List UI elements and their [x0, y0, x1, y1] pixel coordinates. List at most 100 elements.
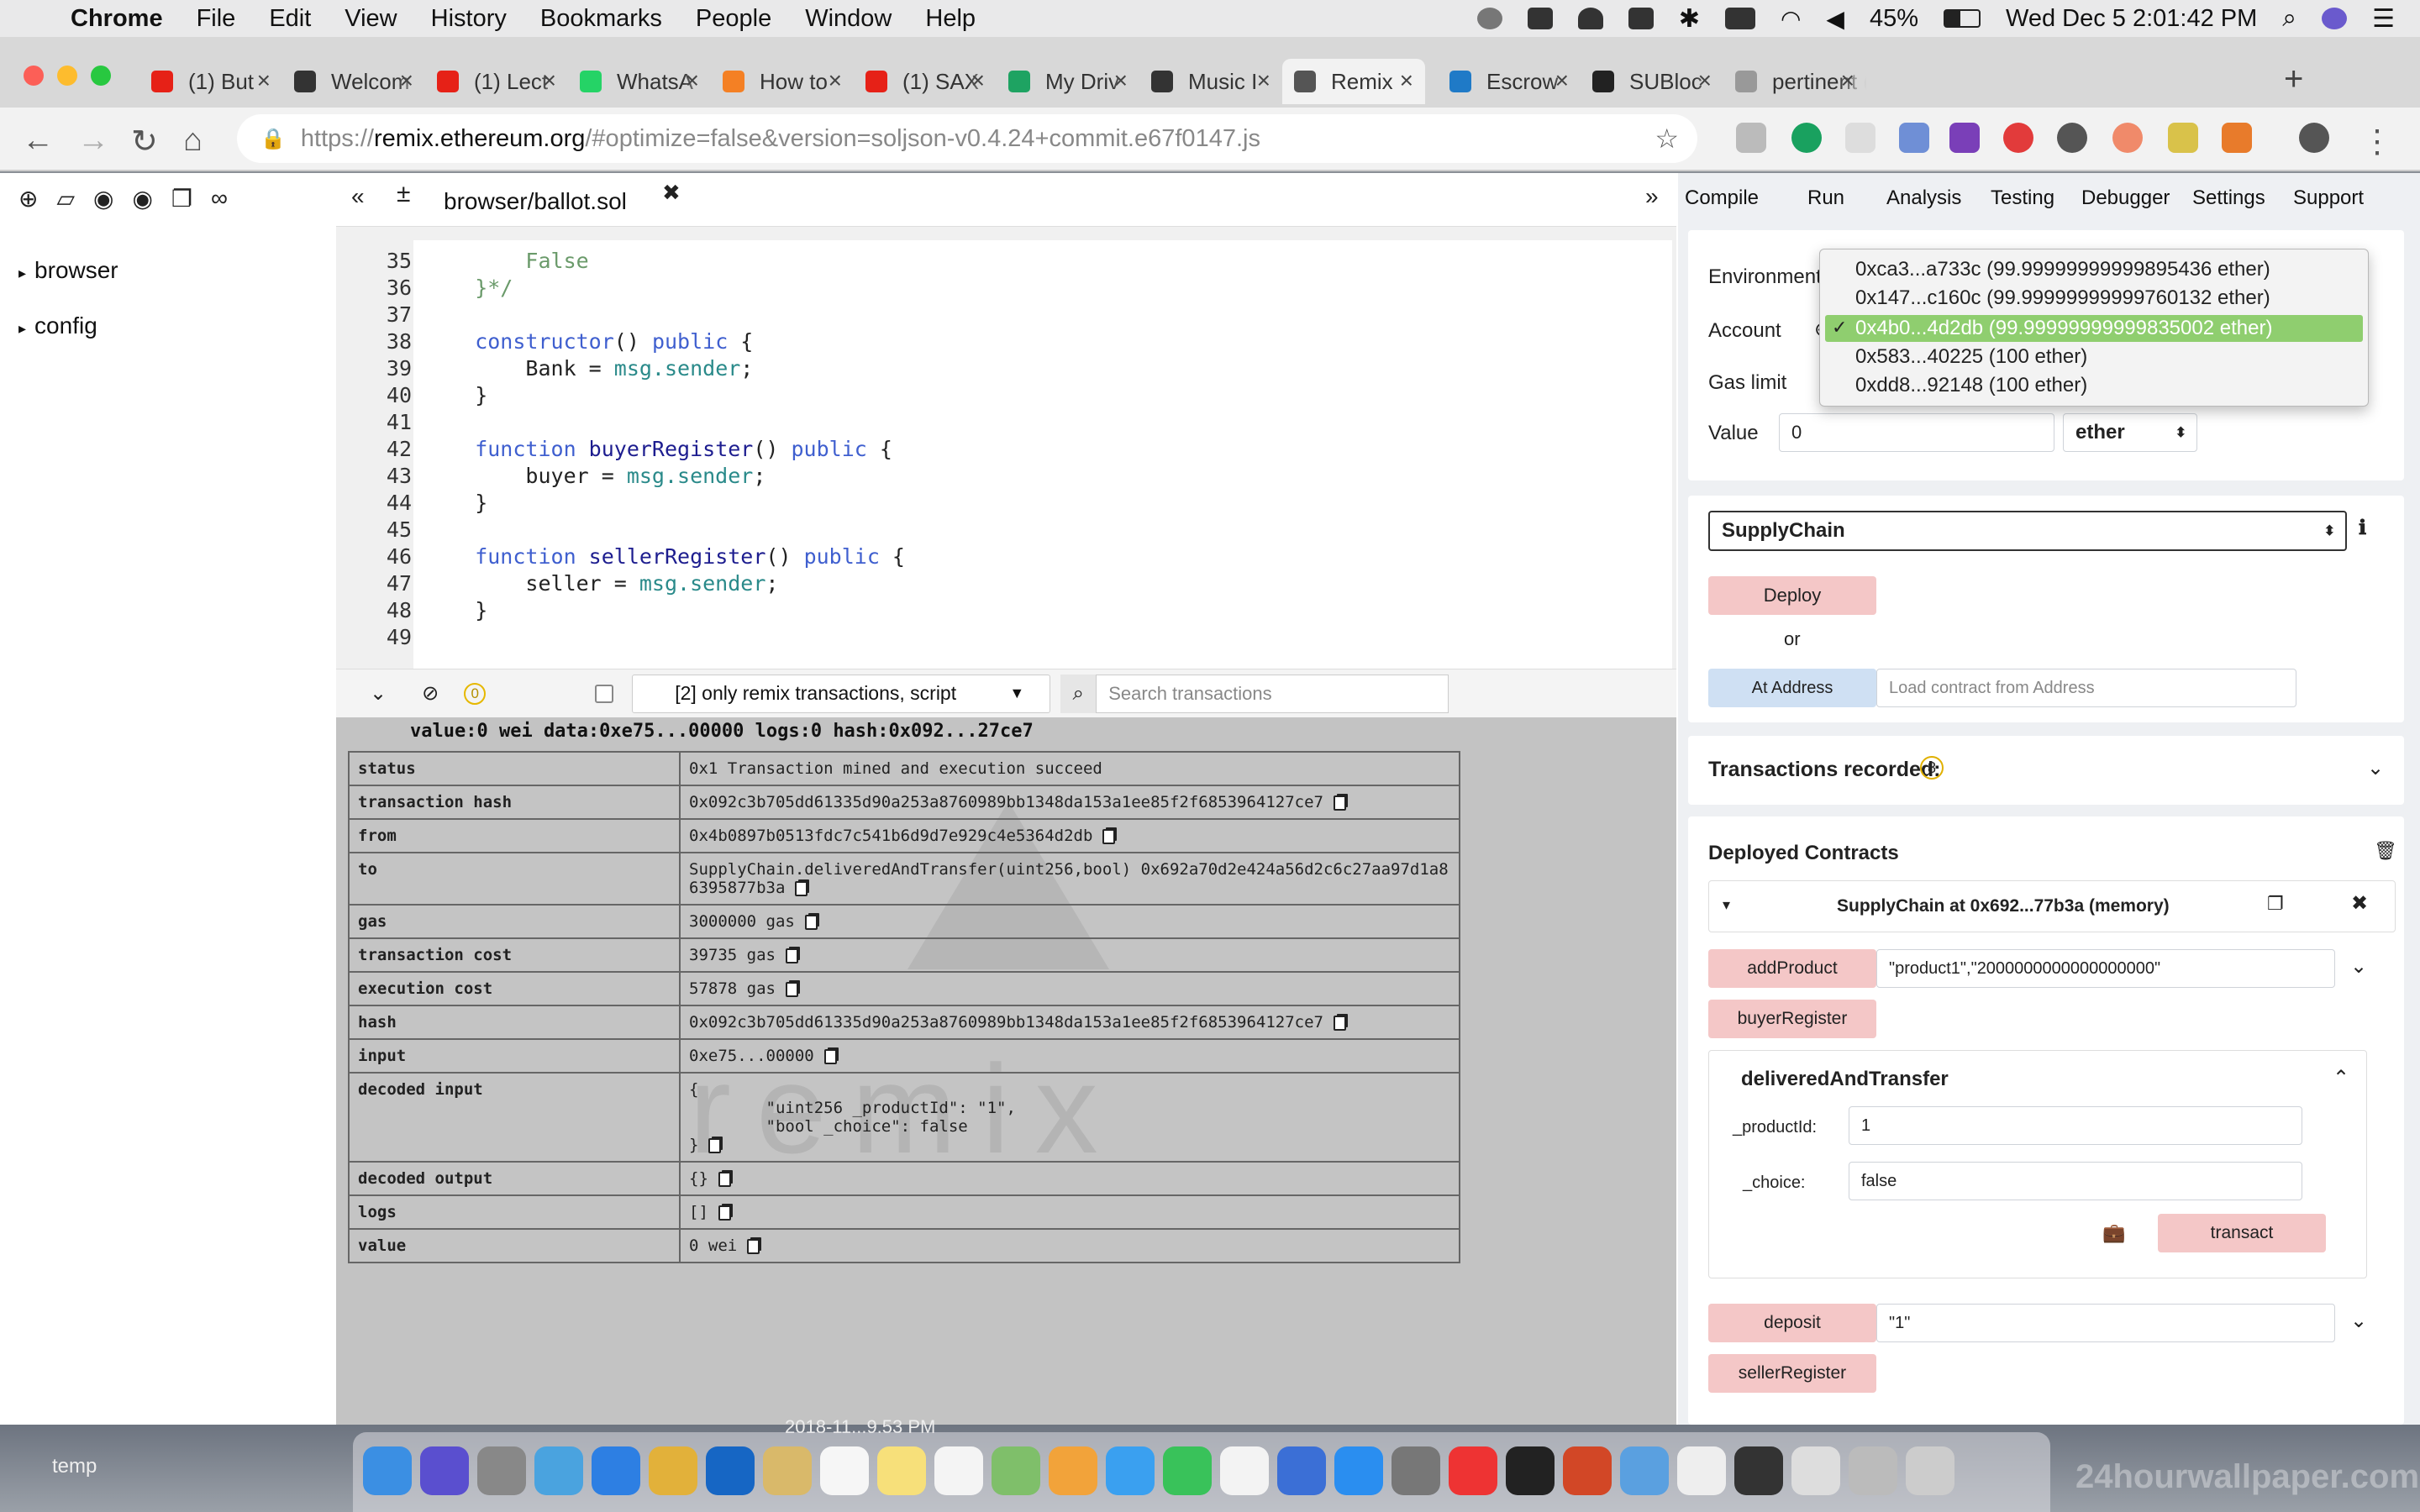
extension-red-icon[interactable] [2003, 123, 2033, 153]
seller-register-button[interactable]: sellerRegister [1708, 1354, 1876, 1393]
tree-item-config[interactable]: ▸ config [18, 312, 97, 339]
menu-file[interactable]: File [197, 5, 236, 33]
tab-8[interactable]: Music I × [1139, 59, 1282, 104]
cloud-icon[interactable] [1577, 8, 1603, 29]
account-dropdown[interactable]: ✓ 0xca3...a733c (99.99999999999895436 et… [1819, 249, 2369, 407]
tab-7[interactable]: My Driv × [997, 59, 1139, 104]
clock[interactable]: Wed Dec 5 2:01:42 PM [2006, 5, 2257, 33]
open-folder-icon[interactable]: ▱ [56, 185, 75, 213]
remove-instance-icon[interactable]: ✖ [2351, 891, 2368, 916]
value-input[interactable]: 0 [1779, 413, 2054, 452]
load-address-input[interactable]: Load contract from Address [1876, 669, 2296, 707]
chevron-up-icon[interactable]: ⌃ [2333, 1066, 2349, 1090]
copy-icon[interactable] [718, 1205, 731, 1221]
dock-maps-icon[interactable] [992, 1446, 1040, 1495]
close-window-button[interactable] [24, 66, 44, 86]
extension-globe-icon[interactable] [2057, 123, 2087, 153]
dock-facetime-icon[interactable] [1163, 1446, 1212, 1495]
tab-analysis[interactable]: Analysis [1886, 186, 1961, 210]
account-option[interactable]: 0x147...c160c (99.99999999999760132 ethe… [1855, 286, 2270, 310]
dock-reminders-icon[interactable] [934, 1446, 983, 1495]
menu-people[interactable]: People [696, 5, 771, 33]
copy-icon[interactable] [804, 914, 818, 930]
tab-2[interactable]: Welcom × [282, 59, 425, 104]
menu-help[interactable]: Help [925, 5, 976, 33]
notification-center-icon[interactable]: ☰ [2372, 4, 2395, 34]
dock-sysprefs-icon[interactable] [1392, 1446, 1440, 1495]
copy-icon[interactable] [785, 981, 798, 997]
dock-stickies-icon[interactable] [877, 1446, 926, 1495]
dock-webstorm-icon[interactable] [1506, 1446, 1555, 1495]
increase-font-icon[interactable]: ± [397, 180, 410, 208]
info-icon[interactable]: ℹ [2359, 516, 2366, 540]
product-id-input[interactable]: 1 [1849, 1106, 2302, 1145]
grid-icon[interactable] [1628, 8, 1654, 29]
screen-icon[interactable] [1527, 8, 1553, 29]
new-tab-button[interactable]: + [2284, 60, 2303, 98]
copy-address-icon[interactable]: ❐ [2267, 893, 2284, 915]
tree-item-browser[interactable]: ▸ browser [18, 257, 118, 284]
tab-10[interactable]: Escrow × [1438, 59, 1581, 104]
dock-files-icon[interactable] [1791, 1446, 1840, 1495]
close-tab-icon[interactable]: × [1257, 67, 1270, 94]
tab-6[interactable]: (1) SAX × [854, 59, 997, 104]
copy-icon[interactable] [1102, 828, 1116, 844]
dock-chrome-icon[interactable] [649, 1446, 697, 1495]
dock-preview-icon[interactable] [534, 1446, 583, 1495]
close-tab-icon[interactable]: × [543, 67, 556, 94]
extension-yellow-icon[interactable] [2168, 123, 2198, 153]
extension-p-icon[interactable] [1845, 123, 1876, 153]
dock-downloads-icon[interactable] [1849, 1446, 1897, 1495]
grammarly-icon[interactable] [1791, 123, 1822, 153]
dock-siri-icon[interactable] [420, 1446, 469, 1495]
clipboard-icon[interactable]: 💼 [2102, 1222, 2125, 1244]
tab-11[interactable]: SUBloc × [1581, 59, 1723, 104]
extension-m-icon[interactable] [1736, 123, 1766, 153]
tab-debugger[interactable]: Debugger [2081, 186, 2170, 210]
dock-finder-icon[interactable] [363, 1446, 412, 1495]
battery-icon[interactable] [1943, 9, 1981, 28]
deploy-button[interactable]: Deploy [1708, 576, 1876, 615]
link-icon[interactable]: ∞ [211, 185, 228, 212]
account-option[interactable]: 0x583...40225 (100 ether) [1855, 345, 2087, 369]
copy-icon[interactable] [718, 1171, 731, 1187]
volume-icon[interactable]: ◀ [1826, 5, 1844, 33]
tab-settings[interactable]: Settings [2192, 186, 2265, 210]
keyboard-icon[interactable] [1724, 8, 1755, 29]
search-transactions-input[interactable]: Search transactions [1096, 674, 1449, 713]
close-tab-icon[interactable]: × [1698, 67, 1712, 94]
dock-keynote-icon[interactable] [1277, 1446, 1326, 1495]
desktop-folder-temp[interactable]: temp [52, 1455, 97, 1478]
caret-down-icon[interactable]: ▾ [1723, 896, 1730, 914]
trash-icon[interactable]: 🗑 [2374, 840, 2397, 862]
collapse-left-icon[interactable]: « [351, 183, 365, 210]
dock-tv-icon[interactable] [1734, 1446, 1783, 1495]
close-tab-icon[interactable]: × [686, 67, 699, 94]
dock-trash-icon[interactable] [1906, 1446, 1954, 1495]
account-option[interactable]: 0xca3...a733c (99.99999999999895436 ethe… [1855, 258, 2270, 281]
github-icon[interactable]: ◉ [93, 185, 113, 213]
copy-icon[interactable] [1333, 795, 1346, 811]
dock-news-icon[interactable] [1449, 1446, 1497, 1495]
metamask-icon[interactable] [2222, 123, 2252, 153]
copy-icon[interactable] [785, 948, 798, 963]
copy-files-icon[interactable]: ❐ [171, 185, 192, 213]
dock-icloud-icon[interactable] [1220, 1446, 1269, 1495]
listen-network-checkbox[interactable] [595, 684, 614, 703]
collapse-right-icon[interactable]: » [1645, 183, 1659, 210]
bookmark-star-icon[interactable]: ☆ [1655, 123, 1679, 155]
deposit-button[interactable]: deposit [1708, 1304, 1876, 1342]
onenote-icon[interactable] [1949, 123, 1980, 153]
add-product-button[interactable]: addProduct [1708, 949, 1876, 988]
minimize-terminal-icon[interactable]: ⌄ [370, 681, 387, 706]
wifi-icon[interactable]: ◠ [1781, 5, 1801, 33]
copy-icon[interactable] [795, 880, 808, 896]
close-tab-icon[interactable]: × [971, 67, 985, 94]
copy-icon[interactable] [1333, 1015, 1346, 1031]
chrome-menu-icon[interactable]: ⋮ [2361, 123, 2393, 160]
copy-icon[interactable] [747, 1238, 760, 1254]
dock-outlook-icon[interactable] [706, 1446, 755, 1495]
siri-icon[interactable] [2322, 8, 2348, 29]
deposit-input[interactable]: "1" [1876, 1304, 2335, 1342]
add-product-input[interactable]: "product1","2000000000000000000" [1876, 949, 2335, 988]
